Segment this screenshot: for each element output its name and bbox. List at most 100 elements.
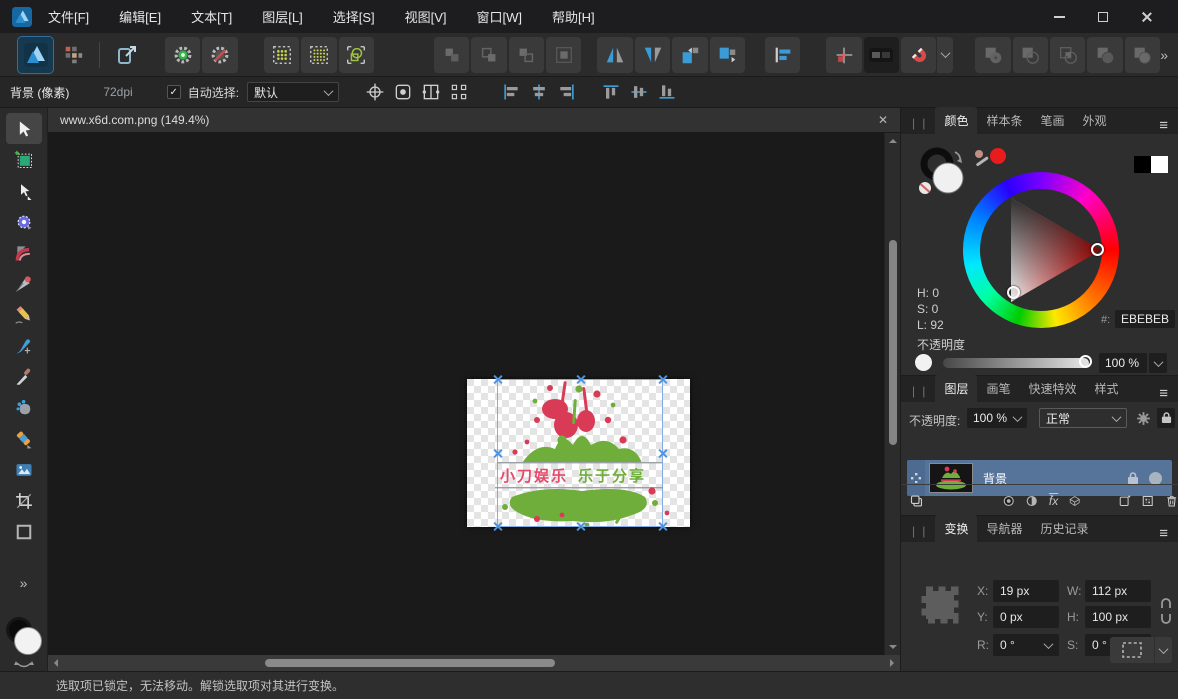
blend-mode-dropdown[interactable]: 正常 <box>1039 408 1127 428</box>
opacity-dropdown-button[interactable] <box>1149 353 1167 373</box>
flip-vertical-button[interactable] <box>635 37 670 73</box>
menu-text[interactable]: 文本[T] <box>191 7 232 26</box>
tab-appearance[interactable]: 外观 <box>1073 107 1115 134</box>
document-tab[interactable]: www.x6d.com.png (149.4%) ✕ <box>48 108 900 132</box>
menu-select[interactable]: 选择[S] <box>333 7 375 26</box>
pencil-tool[interactable] <box>6 299 42 330</box>
color-wheel[interactable] <box>963 172 1119 328</box>
move-backward-button[interactable] <box>509 37 544 73</box>
move-to-front-button[interactable] <box>434 37 469 73</box>
align-bottom-button[interactable] <box>653 80 681 104</box>
boolean-intersect-button[interactable] <box>1050 37 1085 73</box>
show-handles-button[interactable] <box>417 80 445 104</box>
menu-window[interactable]: 窗口[W] <box>477 7 523 26</box>
snapping-off-button[interactable] <box>202 37 237 73</box>
vertical-scroll-thumb[interactable] <box>889 240 897 445</box>
rotate-cw-button[interactable] <box>710 37 745 73</box>
scroll-left-arrow[interactable] <box>54 659 58 667</box>
rotation-input[interactable]: 0 ° <box>993 634 1059 656</box>
minimize-button[interactable] <box>1044 6 1074 28</box>
mask-layer-icon[interactable] <box>1002 492 1015 510</box>
horizontal-scroll-thumb[interactable] <box>265 659 555 667</box>
panel-menu-icon[interactable]: ≡ <box>1159 389 1168 399</box>
layer-visibility-toggle[interactable] <box>1149 472 1162 485</box>
toolbar-overflow-button[interactable]: » <box>1160 47 1168 63</box>
grid-axis-button[interactable] <box>826 37 861 73</box>
rotate-ccw-button[interactable] <box>672 37 707 73</box>
tab-stroke[interactable]: 笔画 <box>1031 107 1073 134</box>
transparency-tool[interactable] <box>6 392 42 423</box>
new-layer-icon[interactable] <box>1118 492 1131 510</box>
selection-handle[interactable] <box>575 521 586 532</box>
corner-tool[interactable] <box>6 237 42 268</box>
crop-tool[interactable] <box>6 485 42 516</box>
adjustment-layer-icon[interactable] <box>1025 492 1038 510</box>
place-image-tool[interactable] <box>6 454 42 485</box>
designer-persona-button[interactable] <box>18 37 53 73</box>
menu-help[interactable]: 帮助[H] <box>552 7 595 26</box>
align-right-button[interactable] <box>553 80 581 104</box>
sl-selector[interactable] <box>1007 286 1020 299</box>
layer-locked-icon[interactable] <box>1127 472 1139 485</box>
selection-handle[interactable] <box>492 374 503 385</box>
close-button[interactable] <box>1132 6 1162 28</box>
menu-layer[interactable]: 图层[L] <box>262 7 302 26</box>
link-dimensions-icon[interactable] <box>1160 598 1172 624</box>
move-forward-button[interactable] <box>471 37 506 73</box>
export-persona-button[interactable] <box>110 37 145 73</box>
align-left-button[interactable] <box>497 80 525 104</box>
selection-handle[interactable] <box>657 521 668 532</box>
vertical-scrollbar[interactable] <box>884 133 900 655</box>
h-input[interactable]: 100 px <box>1085 606 1151 628</box>
pixel-grid-button[interactable] <box>445 80 473 104</box>
boolean-add-button[interactable] <box>975 37 1010 73</box>
boolean-subtract-button[interactable] <box>1013 37 1048 73</box>
tab-color[interactable]: 颜色 <box>935 107 977 134</box>
layer-effects-icon[interactable]: f̄x <box>1049 494 1058 508</box>
menu-view[interactable]: 视图[V] <box>405 7 447 26</box>
swap-colors-icon[interactable] <box>14 661 34 671</box>
tab-navigator[interactable]: 导航器 <box>977 515 1031 542</box>
fill-color-well[interactable] <box>14 627 42 655</box>
transform-mode-button[interactable] <box>1110 637 1154 663</box>
alignment-button[interactable] <box>765 37 800 73</box>
opacity-value-box[interactable]: 100 % <box>1099 353 1147 373</box>
hide-selection-button[interactable] <box>389 80 417 104</box>
selection-handle[interactable] <box>575 374 586 385</box>
selection-handle[interactable] <box>492 448 503 459</box>
scroll-right-arrow[interactable] <box>890 659 894 667</box>
tab-layers[interactable]: 图层 <box>935 375 977 402</box>
new-pixel-layer-icon[interactable] <box>1141 492 1154 510</box>
autoselect-checkbox[interactable]: ✓ <box>167 85 181 99</box>
fill-knife-tool[interactable] <box>6 361 42 392</box>
tools-overflow-button[interactable]: » <box>20 575 28 591</box>
snapping-presets-button[interactable] <box>165 37 200 73</box>
duplicate-layers-icon[interactable] <box>909 491 924 511</box>
transform-mode-dropdown[interactable] <box>1155 637 1172 663</box>
selection-handle[interactable] <box>492 521 503 532</box>
panel-grip-icon[interactable]: ❘❘ <box>909 525 929 538</box>
y-input[interactable]: 0 px <box>993 606 1059 628</box>
color-picker-eyedropper[interactable] <box>973 146 1007 172</box>
anchor-point-selector[interactable] <box>917 582 963 628</box>
node-tool[interactable] <box>6 175 42 206</box>
snap-midpoints-button[interactable] <box>264 37 299 73</box>
tab-history[interactable]: 历史记录 <box>1031 515 1097 542</box>
snapping-magnet-button[interactable] <box>901 37 936 73</box>
snap-object-button[interactable] <box>339 37 374 73</box>
panel-grip-icon[interactable]: ❘❘ <box>909 385 929 398</box>
artboard-tool[interactable] <box>6 144 42 175</box>
toggle-ui-button[interactable] <box>864 37 899 73</box>
layer-opacity-dropdown[interactable]: 100 % <box>967 408 1027 428</box>
layer-lock-button[interactable] <box>1157 408 1175 428</box>
opacity-slider[interactable] <box>943 358 1089 368</box>
selection-handle[interactable] <box>657 448 668 459</box>
vector-brush-tool[interactable] <box>6 330 42 361</box>
scroll-down-arrow[interactable] <box>889 645 897 649</box>
tab-quick-fx[interactable]: 快速特效 <box>1019 375 1085 402</box>
panel-grip-icon[interactable]: ❘❘ <box>909 117 929 130</box>
magnet-dropdown-button[interactable] <box>937 37 953 73</box>
color-wells[interactable] <box>4 617 44 657</box>
rectangle-tool[interactable] <box>6 516 42 547</box>
align-center-button[interactable] <box>525 80 553 104</box>
